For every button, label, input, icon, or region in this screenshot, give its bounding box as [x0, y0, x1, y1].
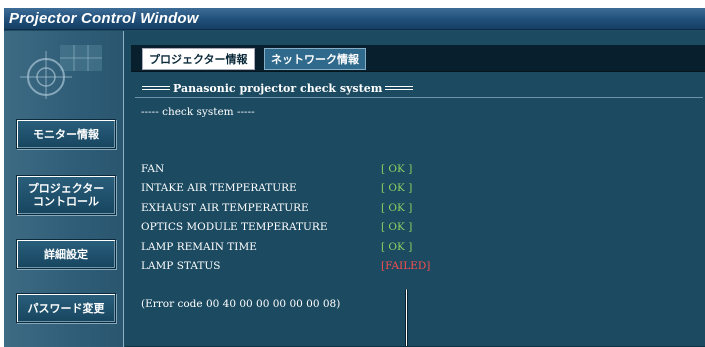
scroll-divider	[405, 289, 408, 347]
status-row-value: [ OK ]	[381, 163, 413, 175]
window-title: Projector Control Window	[9, 10, 199, 27]
tab-label: ネットワーク情報	[271, 53, 359, 66]
main-content: プロジェクター情報 ネットワーク情報 Panasonic projector c…	[125, 31, 705, 347]
status-row-value: [ OK ]	[381, 241, 413, 253]
status-row-label: LAMP STATUS	[141, 260, 221, 272]
sidebar-item-monitor-info[interactable]: モニター情報	[16, 119, 116, 149]
heading-text: Panasonic projector check system	[173, 81, 383, 95]
tab-projector-info[interactable]: プロジェクター情報	[142, 48, 255, 70]
status-row-label: LAMP REMAIN TIME	[141, 241, 257, 253]
check-system-heading: Panasonic projector check system	[139, 79, 416, 97]
heading-rule-right	[385, 86, 414, 90]
sidebar: モニター情報 プロジェクター コントロール 詳細設定 パスワード変更	[4, 31, 124, 347]
projector-control-window: Projector Control Window モニター情報 プロジェクター …	[4, 8, 705, 347]
sidebar-item-label: 詳細設定	[44, 247, 88, 261]
tab-label: プロジェクター情報	[149, 53, 248, 66]
status-row-label: FAN	[141, 163, 165, 175]
sidebar-item-projector-control[interactable]: プロジェクター コントロール	[16, 175, 116, 215]
sidebar-item-label: プロジェクター コントロール	[27, 182, 105, 208]
status-row-value: [ OK ]	[381, 221, 413, 233]
status-row-label: EXHAUST AIR TEMPERATURE	[141, 202, 309, 214]
error-code-text: (Error code 00 40 00 00 00 00 00 08)	[141, 298, 341, 310]
sidebar-item-change-password[interactable]: パスワード変更	[16, 293, 116, 323]
heading-divider	[135, 97, 703, 98]
heading-rule-left	[142, 86, 170, 90]
sidebar-item-detailed-settings[interactable]: 詳細設定	[16, 239, 116, 269]
status-row-label: INTAKE AIR TEMPERATURE	[141, 182, 297, 194]
tab-bar: プロジェクター情報 ネットワーク情報	[131, 45, 705, 72]
status-row-value: [ OK ]	[381, 202, 413, 214]
tab-network-info[interactable]: ネットワーク情報	[264, 48, 366, 70]
status-row-label: OPTICS MODULE TEMPERATURE	[141, 221, 328, 233]
projector-logo-icon	[20, 45, 102, 99]
status-row-value: [FAILED]	[381, 260, 431, 272]
title-bar: Projector Control Window	[4, 8, 705, 30]
check-system-subheading: ----- check system -----	[141, 106, 255, 118]
sidebar-item-label: パスワード変更	[27, 301, 105, 315]
status-row-value: [ OK ]	[381, 182, 413, 194]
sidebar-item-label: モニター情報	[33, 127, 99, 141]
